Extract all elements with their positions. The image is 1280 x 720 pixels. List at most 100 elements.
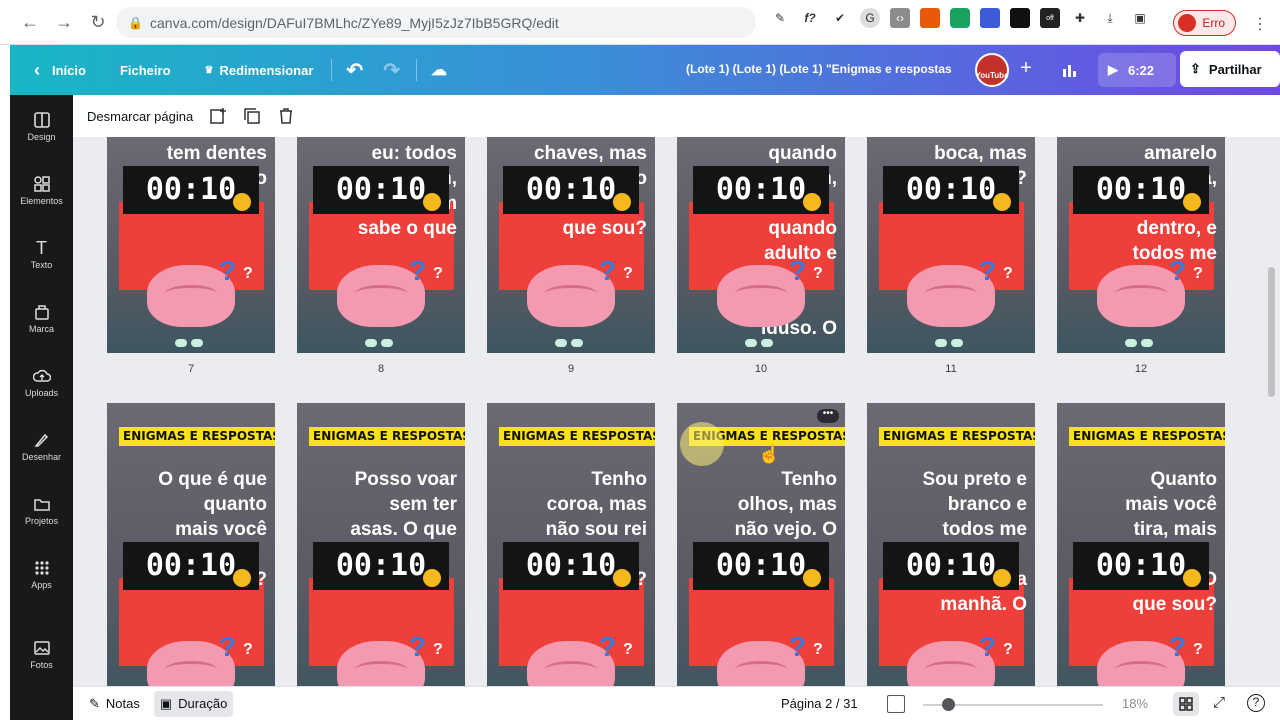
- text-icon: T: [36, 238, 47, 258]
- title-tag: ENIGMAS E RESPOSTAS: [1069, 427, 1225, 446]
- file-menu-button[interactable]: Ficheiro: [120, 63, 171, 78]
- play-icon: ▶: [1108, 62, 1118, 77]
- question-mark-icon: ?: [789, 631, 807, 662]
- thinking-emoji-icon: [803, 193, 821, 211]
- eyedropper-icon[interactable]: ✎: [770, 8, 790, 28]
- page-thumbnail[interactable]: ENIGMAS E RESPOSTAS Tenho coroa, mas não …: [487, 403, 655, 686]
- off-ext-icon[interactable]: off: [1040, 8, 1060, 28]
- rail-item-draw[interactable]: Desenhar: [10, 431, 73, 462]
- page-thumbnail[interactable]: quando jovem, quando adulto e iduso. O00…: [677, 137, 845, 353]
- rail-item-text[interactable]: T Texto: [10, 239, 73, 270]
- notes-button[interactable]: ✎ Notas: [83, 691, 146, 717]
- page-thumbnail[interactable]: ENIGMAS E RESPOSTAS O que é que quanto ma…: [107, 403, 275, 686]
- rail-item-uploads[interactable]: Uploads: [10, 367, 73, 398]
- profile-error-button[interactable]: Erro: [1173, 10, 1236, 36]
- question-mark-small-icon: ?: [243, 641, 253, 658]
- rail-item-design[interactable]: Design: [10, 111, 73, 142]
- sidepanel-icon[interactable]: ▣: [1130, 8, 1150, 28]
- rail-item-apps[interactable]: Apps: [10, 559, 73, 590]
- shapes-icon: [33, 176, 50, 192]
- insights-icon[interactable]: [1050, 54, 1090, 86]
- page-thumbnail[interactable]: boca, mas não fala?00:10??: [867, 137, 1035, 353]
- rail-label: Desenhar: [21, 452, 62, 462]
- page-number: 9: [567, 363, 575, 375]
- share-icon: ⇪: [1190, 61, 1201, 76]
- rail-item-elements[interactable]: Elementos: [10, 175, 73, 206]
- deselect-page-button[interactable]: Desmarcar página: [87, 109, 193, 124]
- thinking-emoji-icon: [993, 569, 1011, 587]
- cloud-saved-icon[interactable]: ☁: [431, 60, 447, 80]
- zoom-slider-handle[interactable]: [942, 698, 955, 711]
- question-mark-small-icon: ?: [1003, 641, 1013, 658]
- page-thumbnail[interactable]: eu: todos me usam, ninguém sabe o que00:…: [297, 137, 465, 353]
- brain-feet-icon: [745, 339, 775, 347]
- lock-icon: 🔒: [128, 15, 143, 30]
- page-thumbnail[interactable]: ENIGMAS E RESPOSTAS Sou preto e branco e …: [867, 403, 1035, 686]
- add-collaborator-icon[interactable]: +: [1014, 57, 1038, 81]
- trash-icon[interactable]: [277, 107, 295, 125]
- thinking-emoji-icon: [233, 569, 251, 587]
- timer-icon: ▣: [159, 695, 173, 711]
- rail-item-brand[interactable]: Marca: [10, 303, 73, 334]
- home-button[interactable]: ‹ Início: [34, 60, 86, 81]
- page-thumbnail[interactable]: ENIGMAS E RESPOSTAS Posso voar sem ter as…: [297, 403, 465, 686]
- rail-item-photos[interactable]: Fotos: [10, 639, 73, 670]
- screen-ext-icon[interactable]: [1010, 8, 1030, 28]
- editor-topbar: ‹ Início Ficheiro ♛ Redimensionar ↶ ↷ ☁ …: [10, 45, 1280, 95]
- question-mark-small-icon: ?: [1003, 265, 1013, 282]
- address-bar[interactable]: 🔒 canva.com/design/DAFuI7BMLhc/ZYe89_Myj…: [116, 7, 756, 38]
- crown-icon: ♛: [204, 64, 214, 76]
- thinking-emoji-icon: [423, 569, 441, 587]
- grammarly-icon[interactable]: G: [860, 8, 880, 28]
- brain-feet-icon: [1125, 339, 1155, 347]
- forward-icon[interactable]: →: [50, 8, 78, 36]
- undo-icon[interactable]: ↶: [346, 58, 363, 83]
- zoom-level[interactable]: 18%: [1122, 696, 1148, 711]
- download-icon[interactable]: ⤓: [1100, 8, 1120, 28]
- folder-icon: [33, 499, 50, 511]
- function-icon[interactable]: f?: [800, 8, 820, 28]
- page-thumbnail[interactable]: ENIGMAS E RESPOSTAS Quanto mais você tira…: [1057, 403, 1225, 686]
- rail-item-projects[interactable]: Projetos: [10, 495, 73, 526]
- reload-icon[interactable]: ↻: [84, 8, 112, 36]
- resize-button[interactable]: ♛ Redimensionar: [205, 63, 314, 78]
- add-page-icon[interactable]: [209, 107, 227, 125]
- puzzle-icon[interactable]: ✚: [1070, 8, 1090, 28]
- help-icon[interactable]: ?: [1247, 694, 1265, 712]
- share-button[interactable]: ⇪ Partilhar: [1180, 51, 1280, 87]
- document-title[interactable]: (Lote 1) (Lote 1) (Lote 1) "Enigmas e re…: [686, 62, 952, 76]
- question-mark-small-icon: ?: [1193, 641, 1203, 658]
- code-icon[interactable]: ‹›: [890, 8, 910, 28]
- present-button[interactable]: ▶ 6:22: [1098, 53, 1176, 87]
- page-number: 8: [377, 363, 385, 375]
- question-mark-icon: ?: [1169, 255, 1187, 286]
- title-tag: ENIGMAS E RESPOSTAS: [879, 427, 1035, 446]
- duplicate-page-icon[interactable]: [243, 107, 261, 125]
- notes-icon: ✎: [89, 695, 100, 711]
- page-thumbnail[interactable]: tem dentes e não00:10??: [107, 137, 275, 353]
- page-thumbnail[interactable]: amarelo por fora, dentro, e todos me00:1…: [1057, 137, 1225, 353]
- collaborator-avatar[interactable]: YouTube: [975, 53, 1009, 87]
- record-icon[interactable]: [950, 8, 970, 28]
- duration-button[interactable]: ▣ Duração: [153, 690, 234, 717]
- fullscreen-icon[interactable]: ⤢: [1213, 694, 1225, 711]
- image-ext-icon[interactable]: [980, 8, 1000, 28]
- bookmark-ext-icon[interactable]: [920, 8, 940, 28]
- question-mark-icon: ?: [409, 631, 427, 662]
- grid-scrollbar[interactable]: [1263, 137, 1280, 686]
- home-label: Início: [52, 62, 86, 78]
- redo-icon[interactable]: ↷: [383, 58, 400, 83]
- page-indicator[interactable]: Página 2 / 31: [781, 696, 858, 711]
- grid-view-icon[interactable]: [1173, 692, 1199, 716]
- pages-view-icon[interactable]: [887, 695, 905, 713]
- pen-icon: [33, 433, 48, 447]
- back-icon[interactable]: ←: [16, 8, 44, 36]
- page-thumbnail[interactable]: chaves, mas não abro que sou?00:10??: [487, 137, 655, 353]
- browser-menu-icon[interactable]: ⋮: [1252, 14, 1268, 34]
- scroll-thumb[interactable]: [1268, 267, 1275, 397]
- page-more-options-icon[interactable]: •••: [817, 409, 839, 423]
- check-icon[interactable]: ✔: [830, 8, 850, 28]
- side-rail: Design Elementos T Texto Marca Uploads D…: [10, 95, 73, 720]
- question-mark-small-icon: ?: [623, 641, 633, 658]
- question-mark-icon: ?: [1169, 631, 1187, 662]
